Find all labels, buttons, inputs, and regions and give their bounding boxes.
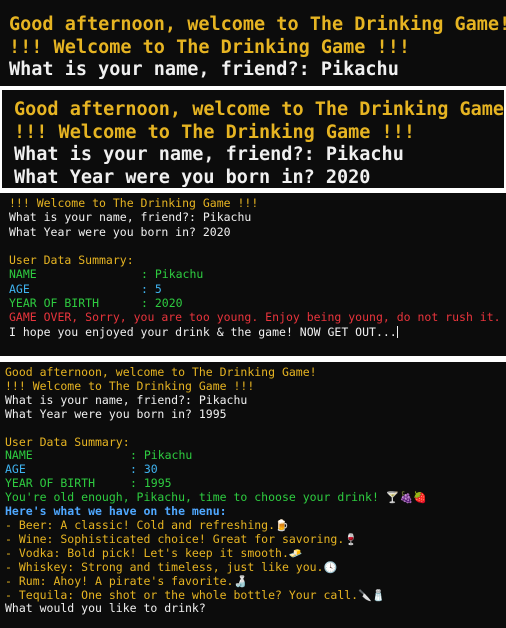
year-prompt-line: What Year were you born in? 2020 (14, 166, 371, 188)
terminal-panel-2: Good afternoon, welcome to The Drinking … (0, 90, 506, 190)
yob-value: : 2020 (141, 296, 183, 311)
menu-item: - Whiskey: Strong and timeless, just lik… (5, 561, 506, 575)
welcome-line: !!! Welcome to The Drinking Game !!! (14, 121, 415, 143)
welcome-line: !!! Welcome to The Drinking Game !!! (9, 196, 259, 210)
greeting-line: Good afternoon, welcome to The Drinking … (14, 99, 504, 120)
wine-icon: 🍷 (344, 532, 358, 546)
summary-title: User Data Summary: (9, 253, 134, 268)
yob-label: YEAR OF BIRTH (5, 477, 96, 491)
drink-prompt-line: What would you like to drink? (5, 602, 206, 616)
old-enough-line: You're old enough, Pikachu, time to choo… (5, 491, 506, 505)
welcome-line: !!! Welcome to The Drinking Game !!! (9, 36, 410, 58)
menu-item: - Rum: Ahoy! A pirate's favorite.🍶 (5, 575, 506, 589)
yob-label: YEAR OF BIRTH (9, 296, 100, 311)
name-prompt-line: What is your name, friend?: Pikachu (9, 59, 399, 80)
goodbye-text: I hope you enjoyed your drink & the game… (9, 324, 397, 339)
name-prompt-line: What is your name, friend?: Pikachu (5, 393, 248, 407)
menu-item: - Vodka: Bold pick! Let's keep it smooth… (5, 547, 506, 561)
summary-age-row: AGE : 30 (5, 463, 506, 477)
game-over-line: GAME OVER, Sorry, you are too young. Enj… (9, 310, 501, 325)
terminal-panel-1: Good afternoon, welcome to The Drinking … (0, 0, 506, 86)
menu-item-text: - Beer: A classic! Cold and refreshing. (5, 518, 276, 532)
greeting-line: Good afternoon, welcome to The Drinking … (9, 14, 506, 35)
tequila-icon: 🔪🧂 (358, 588, 386, 602)
name-prompt-line: What is your name, friend?: Pikachu (9, 210, 252, 225)
age-label: AGE (5, 463, 26, 477)
year-prompt-line: What Year were you born in? 2020 (9, 224, 231, 239)
summary-yob-row: YEAR OF BIRTH : 2020 (9, 296, 506, 310)
name-value: : Pikachu (141, 267, 204, 282)
beer-icon: 🍺 (275, 518, 289, 532)
menu-item: - Wine: Sophisticated choice! Great for … (5, 533, 506, 547)
name-prompt-line: What is your name, friend?: Pikachu (14, 144, 404, 166)
summary-title: User Data Summary: (5, 435, 130, 449)
summary-name-row: NAME : Pikachu (9, 267, 506, 281)
age-value: : 5 (141, 281, 162, 296)
age-label: AGE (9, 281, 30, 296)
drinks-emoji-icon: 🍸🍇🍓 (385, 491, 427, 505)
old-enough-text: You're old enough, Pikachu, time to choo… (5, 491, 379, 505)
greeting-line: Good afternoon, welcome to The Drinking … (5, 366, 317, 379)
terminal-panel-3: !!! Welcome to The Drinking Game !!! Wha… (0, 193, 506, 356)
vodka-icon: 🧈 (288, 546, 303, 560)
menu-item-text: - Tequila: One shot or the whole bottle?… (5, 588, 359, 602)
name-label: NAME (5, 449, 33, 463)
menu-item: - Tequila: One shot or the whole bottle?… (5, 589, 506, 603)
menu-item: - Beer: A classic! Cold and refreshing.🍺 (5, 519, 506, 533)
rum-icon: 🍶 (233, 574, 248, 588)
name-label: NAME (9, 267, 37, 282)
goodbye-line: I hope you enjoyed your drink & the game… (9, 325, 506, 339)
text-cursor (396, 325, 398, 338)
menu-item-text: - Rum: Ahoy! A pirate's favorite. (5, 574, 234, 588)
terminal-panel-4: Good afternoon, welcome to The Drinking … (0, 362, 506, 628)
name-value: : Pikachu (130, 449, 193, 463)
menu-item-text: - Wine: Sophisticated choice! Great for … (5, 532, 345, 546)
menu-item-text: - Whiskey: Strong and timeless, just lik… (5, 560, 324, 574)
clock-icon: 🕓 (323, 560, 338, 574)
year-prompt-line: What Year were you born in? 1995 (5, 407, 227, 421)
menu-title: Here's what we have on the menu: (5, 505, 227, 519)
menu-item-text: - Vodka: Bold pick! Let's keep it smooth… (5, 546, 289, 560)
yob-value: : 1995 (130, 477, 172, 491)
summary-age-row: AGE : 5 (9, 282, 506, 296)
summary-name-row: NAME : Pikachu (5, 449, 506, 463)
welcome-line: !!! Welcome to The Drinking Game !!! (5, 379, 255, 393)
age-value: : 30 (130, 463, 158, 477)
summary-yob-row: YEAR OF BIRTH : 1995 (5, 477, 506, 491)
